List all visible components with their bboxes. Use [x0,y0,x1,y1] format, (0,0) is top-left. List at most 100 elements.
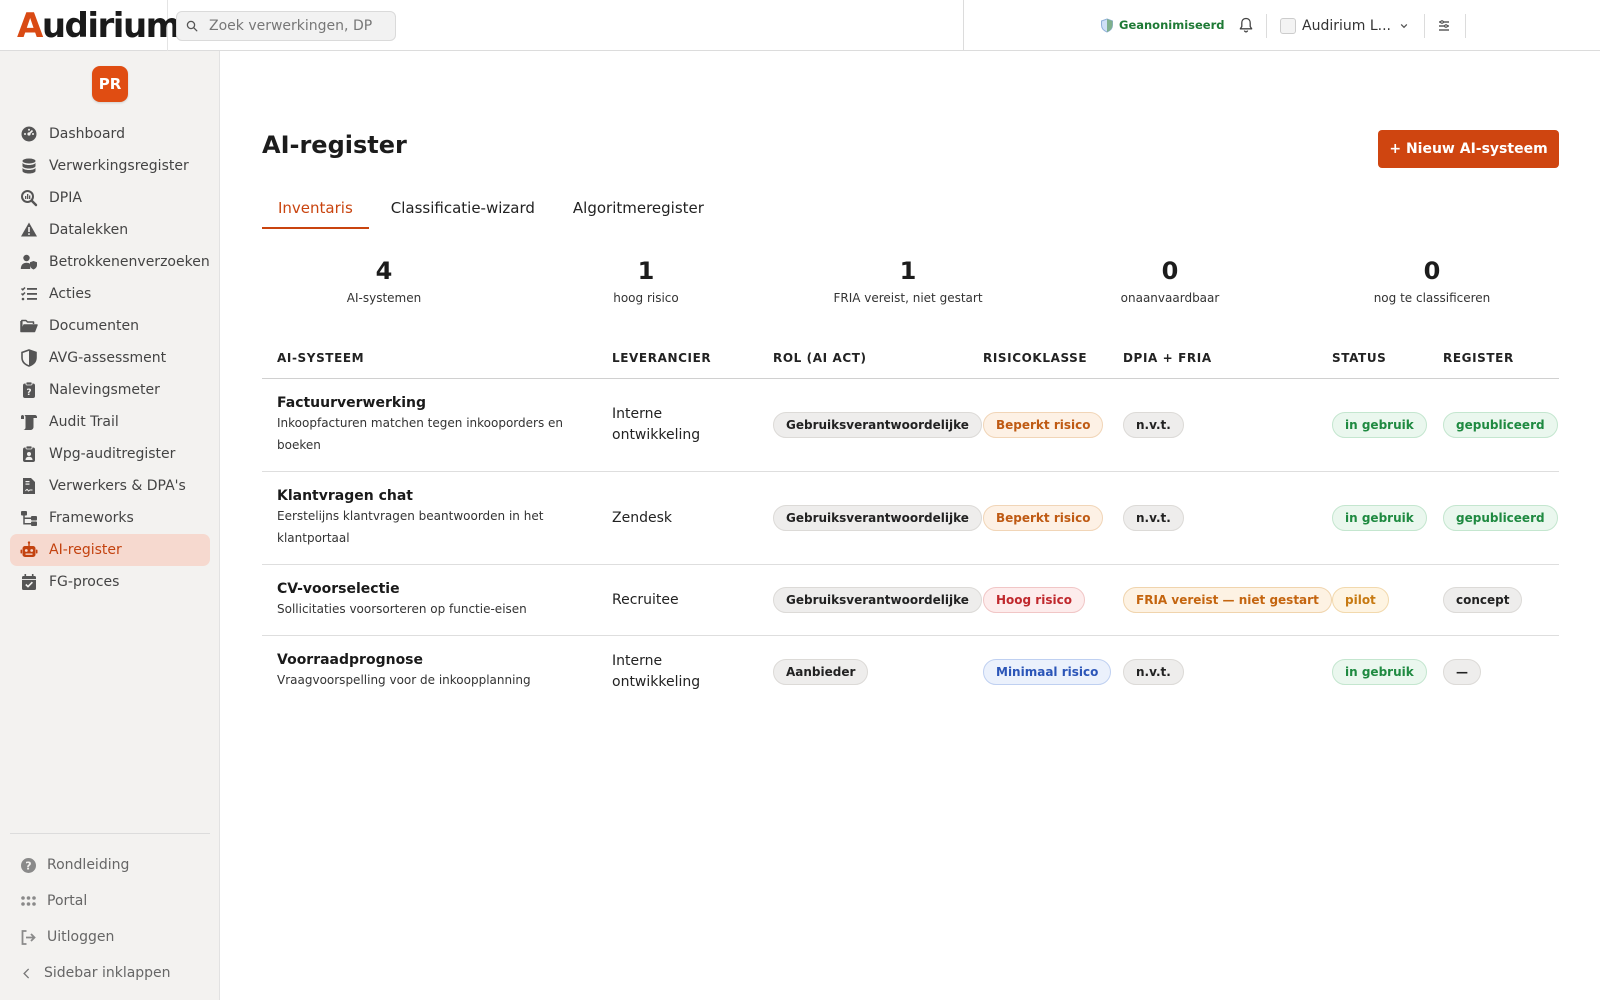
sidebar-item-uitloggen[interactable]: Uitloggen [10,919,210,955]
column-header-role[interactable]: ROL (AI ACT) [773,351,867,365]
table-row[interactable]: Factuurverwerking Inkoopfacturen matchen … [262,379,1559,472]
stat-value: 1 [637,257,655,285]
sidebar-item-verwerkingsregister[interactable]: Verwerkingsregister [10,150,210,182]
sidebar-item-dashboard[interactable]: Dashboard [10,118,210,150]
sidebar-item-nalevingsmeter[interactable]: ? Nalevingsmeter [10,374,210,406]
stat-label: hoog risico [613,291,679,305]
table-row[interactable]: Klantvragen chat Eerstelijns klantvragen … [262,472,1559,565]
sidebar-item-avg-assessment[interactable]: AVG-assessment [10,342,210,374]
sidebar-item-frameworks[interactable]: Frameworks [10,502,210,534]
sidebar-item-portal[interactable]: Portal [10,883,210,919]
main-content: AI-register + Nieuw AI-systeem Inventari… [220,51,1600,1000]
sidebar-item-label: AVG-assessment [49,350,167,366]
column-header-register[interactable]: REGISTER [1443,351,1514,365]
risk-badge: Beperkt risico [983,505,1104,531]
svg-text:?: ? [25,859,31,872]
sidebar-item-datalekken[interactable]: Datalekken [10,214,210,246]
search-input[interactable] [209,18,379,34]
dpia-fria-badge: n.v.t. [1123,505,1184,531]
sidebar-item-wpg-auditregister[interactable]: Wpg-auditregister [10,438,210,470]
column-header-dpia-fria[interactable]: DPIA + FRIA [1123,351,1212,365]
sidebar-item-acties[interactable]: Acties [10,278,210,310]
stat-value: 0 [1423,257,1441,285]
sidebar-item-label: Datalekken [49,222,129,238]
register-badge: gepubliceerd [1443,505,1558,531]
sidebar-item-dpia[interactable]: DPIA [10,182,210,214]
stat-unacceptable: 0 onaanvaardbaar [1050,256,1290,305]
sidebar-item-label: Wpg-auditregister [49,446,176,462]
avatar[interactable]: PR [92,66,128,102]
summary-stats: 4 AI-systemen 1 hoog risico 1 FRIA verei… [262,256,1559,316]
calendar-check-icon [22,574,36,590]
stat-high-risk: 1 hoog risico [526,256,766,305]
role-badge: Gebruiksverantwoordelijke [773,505,982,531]
top-divider [963,0,964,51]
sidebar-item-label: DPIA [49,190,82,206]
cell-vendor: Interne ontwikkeling [612,636,722,707]
status-badge: in gebruik [1332,412,1427,438]
new-ai-system-button[interactable]: + Nieuw AI-systeem [1378,130,1559,168]
system-name[interactable]: Klantvragen chat [277,488,567,504]
global-search[interactable] [176,11,396,41]
app-logo[interactable]: Audirium [17,4,181,48]
tab-algoritmeregister[interactable]: Algoritmeregister [557,187,720,229]
tab-classificatie-wizard[interactable]: Classificatie-wizard [375,187,551,229]
sidebar-item-verwerkers-dpas[interactable]: Verwerkers & DPA's [10,470,210,502]
logo-text: udirium [41,6,181,46]
column-header-status[interactable]: STATUS [1332,351,1386,365]
anonymized-indicator: Geanonimiseerd [1100,15,1225,35]
sidebar-item-fg-proces[interactable]: FG-proces [10,566,210,598]
risk-badge: Minimaal risico [983,658,1112,685]
shield-icon [1101,17,1113,33]
sidebar-item-ai-register[interactable]: AI-register [10,534,210,566]
sidebar-item-audit-trail[interactable]: Audit Trail [10,406,210,438]
table-row[interactable]: Voorraadprognose Vraagvoorspelling voor d… [262,636,1559,707]
scroll-icon [21,415,37,430]
register-badge: — [1443,658,1481,685]
search-icon [186,20,198,32]
cell-dpia: n.v.t. [1123,636,1184,707]
sidebar-item-rondleiding[interactable]: ? Rondleiding [10,847,210,883]
sidebar-item-label: Betrokkenenverzoeken [49,254,210,270]
column-header-ai-system[interactable]: AI-SYSTEEM [277,351,364,365]
table-body: Factuurverwerking Inkoopfacturen matchen … [262,379,1559,707]
stat-label: AI-systemen [346,291,422,305]
column-header-risk-class[interactable]: RISICOKLASSE [983,351,1087,365]
cell-dpia: n.v.t. [1123,379,1184,471]
cell-vendor: Interne ontwikkeling [612,379,722,471]
bell-icon[interactable] [1237,16,1255,34]
cell-dpia: n.v.t. [1123,472,1184,564]
sidebar-item-label: Sidebar inklappen [44,965,171,981]
sidebar-collapse-button[interactable]: Sidebar inklappen [10,955,210,991]
table-row[interactable]: CV-voorselectie Sollicitaties voorsortere… [262,565,1559,636]
role-badge: Aanbieder [773,658,869,685]
question-circle-icon: ? [21,857,36,873]
stat-label: nog te classificeren [1373,291,1491,305]
organization-switcher[interactable]: Audirium L... [1280,15,1409,37]
stat-ai-systems: 4 AI-systemen [264,256,504,305]
cell-status: pilot [1332,565,1389,635]
sidebar-item-label: AI-register [49,542,122,558]
sitemap-icon [21,511,37,526]
sidebar-footer: ? Rondleiding Portal Uitloggen Sidebar i… [10,847,210,991]
grid-icon [21,895,36,906]
system-name[interactable]: CV-voorselectie [277,581,567,597]
cell-risk: Beperkt risico [983,472,1104,564]
sidebar-item-label: Uitloggen [47,929,115,945]
user-shield-icon [20,254,37,270]
column-header-vendor[interactable]: LEVERANCIER [612,351,711,365]
cell-role: Aanbieder [773,636,869,707]
sidebar-item-documenten[interactable]: Documenten [10,310,210,342]
logo-area: Audirium [0,0,181,51]
system-name[interactable]: Voorraadprognose [277,652,567,668]
cell-status: in gebruik [1332,379,1427,471]
tab-inventaris[interactable]: Inventaris [262,187,369,229]
stat-value: 0 [1161,257,1179,285]
sidebar-item-betrokkenenverzoeken[interactable]: Betrokkenenverzoeken [10,246,210,278]
file-contract-icon [23,478,35,494]
settings-sliders-icon[interactable] [1436,18,1452,34]
status-badge: in gebruik [1332,505,1427,531]
stat-label: FRIA vereist, niet gestart [833,291,983,305]
chevron-down-icon [1400,24,1408,29]
system-name[interactable]: Factuurverwerking [277,395,567,411]
